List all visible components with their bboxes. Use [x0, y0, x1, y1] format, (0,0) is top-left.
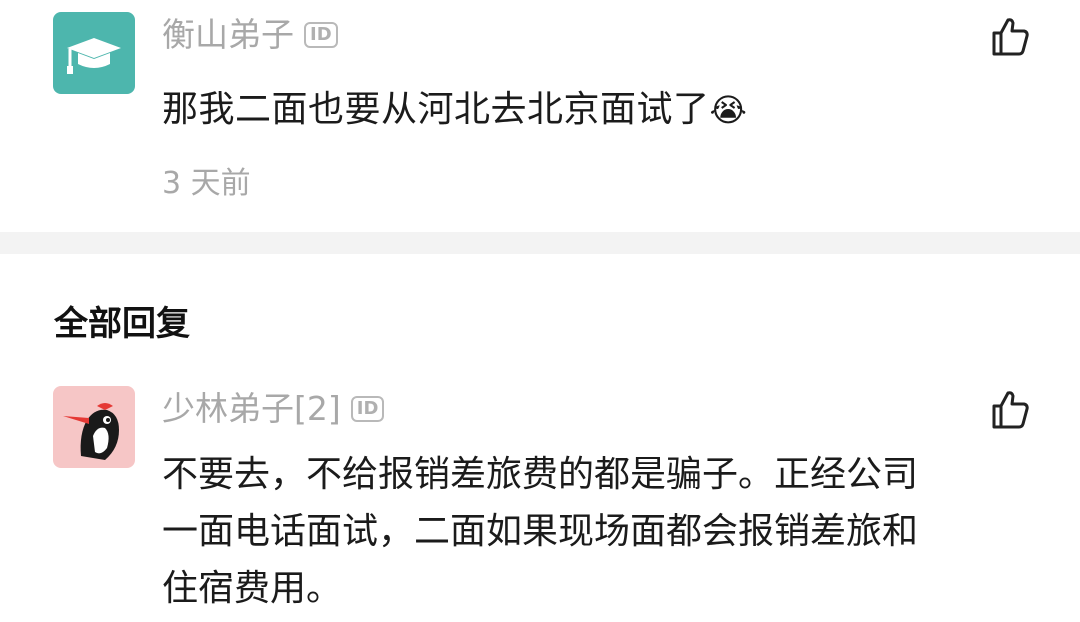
username-text[interactable]: 衡山弟子	[162, 18, 294, 51]
reply-line: 一面电话面试，二面如果现场面都会报销差旅和	[162, 511, 919, 552]
like-button[interactable]	[990, 389, 1032, 431]
avatar[interactable]	[53, 386, 135, 468]
crying-emoji-icon: 😭	[709, 91, 748, 129]
username[interactable]: 衡山弟子 ID	[162, 18, 338, 51]
reply-line: 住宿费用。	[162, 568, 343, 609]
avatar[interactable]	[53, 12, 135, 94]
thumbs-up-icon	[992, 18, 1029, 56]
username-text[interactable]: 少林弟子[2]	[162, 392, 341, 425]
section-divider	[0, 232, 1080, 254]
thumbs-up-icon	[992, 391, 1029, 429]
comment-body: 那我二面也要从河北去北京面试了	[162, 89, 710, 130]
comment-text: 那我二面也要从河北去北京面试了😭	[162, 80, 747, 132]
like-button[interactable]	[990, 16, 1032, 58]
username[interactable]: 少林弟子[2] ID	[162, 392, 385, 425]
timestamp: 3 天前	[162, 166, 251, 201]
section-title: 全部回复	[54, 304, 190, 344]
woodpecker-icon	[63, 403, 119, 460]
comment-page: 衡山弟子 ID 那我二面也要从河北去北京面试了😭 3 天前 全部回复 少林弟子[…	[0, 0, 1080, 622]
id-badge: ID	[304, 21, 338, 48]
graduation-cap-icon	[67, 38, 121, 74]
reply-line: 不要去，不给报销差旅费的都是骗子。正经公司	[162, 454, 919, 495]
reply-text: 不要去，不给报销差旅费的都是骗子。正经公司 一面电话面试，二面如果现场面都会报销…	[162, 446, 1012, 617]
id-badge: ID	[350, 395, 385, 422]
